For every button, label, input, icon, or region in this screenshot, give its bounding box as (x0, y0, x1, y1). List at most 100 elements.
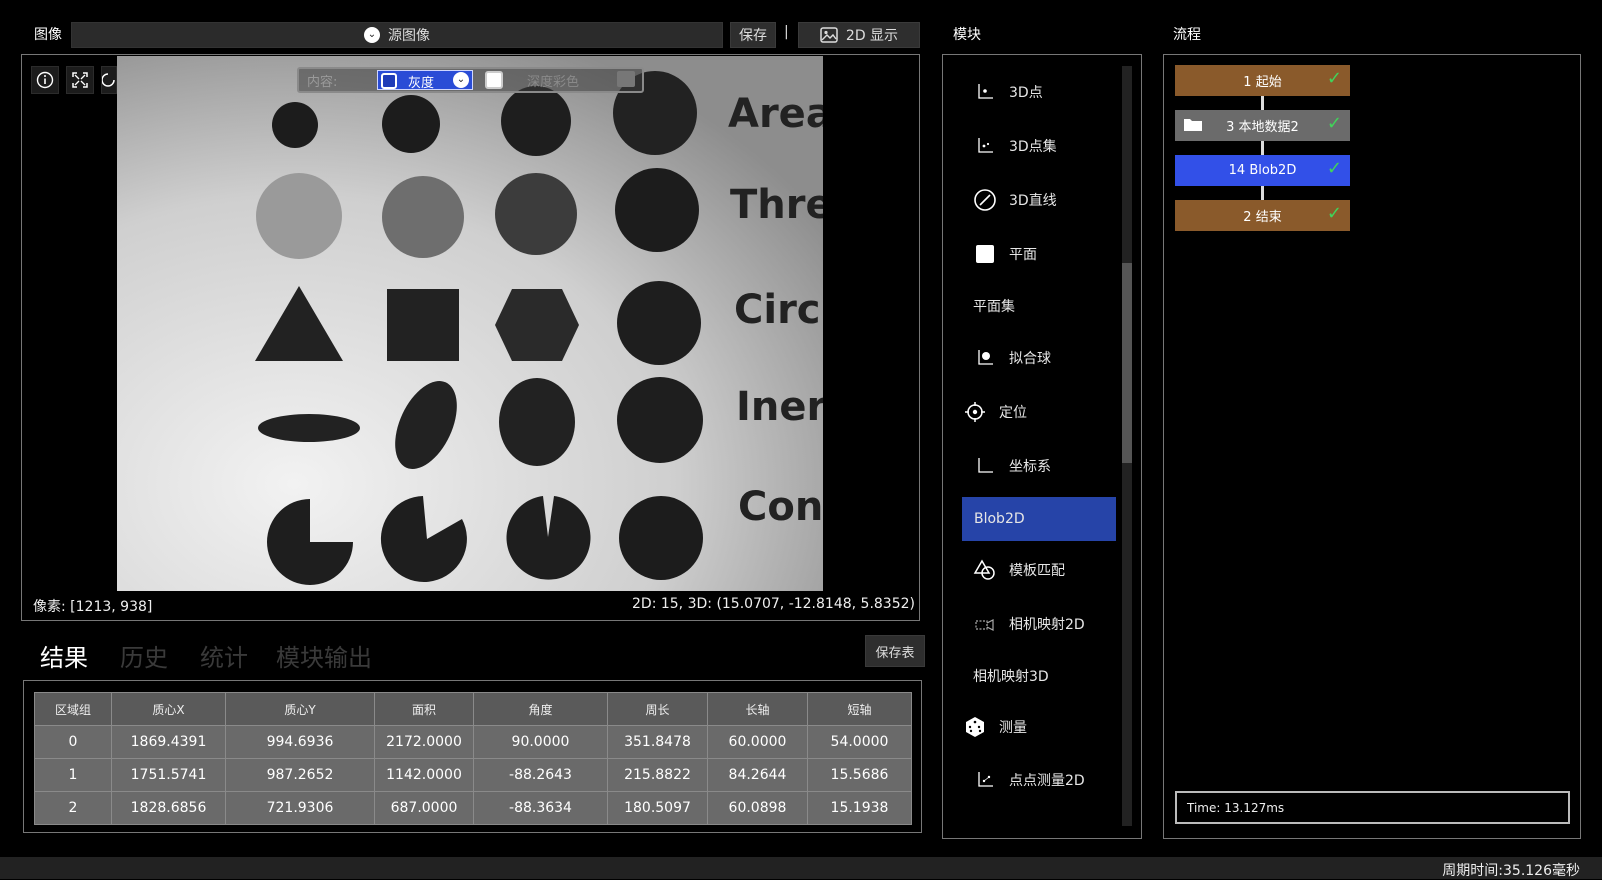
flow-node-blob2d[interactable]: 14 Blob2D ✓ (1175, 155, 1350, 186)
column-header[interactable]: 面积 (374, 692, 474, 726)
table-row[interactable]: 1 1751.5741 987.2652 1142.0000 -88.2643 … (34, 758, 912, 792)
column-header[interactable]: 区域组 (34, 692, 112, 726)
module-item-3d-point-set[interactable]: 3D点集 (959, 124, 1119, 168)
module-item-label: Blob2D (974, 511, 1025, 527)
table-cell: 1869.4391 (111, 725, 226, 759)
flow-node-label: 14 Blob2D (1228, 163, 1297, 178)
image-text-iner: Iner (736, 384, 823, 430)
table-cell: 15.5686 (807, 758, 912, 792)
column-header[interactable]: 周长 (607, 692, 708, 726)
cycle-time: 周期时间:35.126毫秒 (1442, 863, 1580, 879)
table-cell: 687.0000 (374, 791, 474, 825)
image-icon (820, 27, 838, 43)
table-row[interactable]: 0 1869.4391 994.6936 2172.0000 90.0000 3… (34, 725, 912, 759)
results-table: 区域组 质心X 质心Y 面积 角度 周长 长轴 短轴 0 1869.4391 9… (34, 692, 912, 825)
camera-map-icon (973, 612, 997, 636)
module-scrollbar-thumb[interactable] (1122, 263, 1132, 463)
table-cell: 721.9306 (225, 791, 375, 825)
module-item-label: 相机映射3D (973, 669, 1049, 685)
module-item-plane[interactable]: 平面 (959, 232, 1119, 276)
square-icon (973, 242, 997, 266)
module-item-label: 相机映射2D (1009, 617, 1085, 633)
pixel-readout: 像素: [1213, 938] (33, 599, 153, 615)
flow-node-end[interactable]: 2 结束 ✓ (1175, 200, 1350, 231)
table-cell: 994.6936 (225, 725, 375, 759)
module-item-label: 定位 (999, 405, 1027, 421)
module-item-camera-map-2d[interactable]: 相机映射2D (959, 602, 1119, 646)
module-item-label: 3D点集 (1009, 139, 1057, 155)
gray-label: 灰度 (408, 76, 435, 91)
table-row[interactable]: 2 1828.6856 721.9306 687.0000 -88.3634 1… (34, 791, 912, 825)
axis-point-icon (973, 80, 997, 104)
template-match-icon (973, 558, 997, 582)
depth-toggle[interactable] (617, 71, 635, 87)
info-icon[interactable] (31, 66, 59, 94)
fit-sphere-icon (973, 346, 997, 370)
image-section-title: 图像 (34, 27, 62, 43)
column-header[interactable]: 质心X (111, 692, 226, 726)
module-item-fit-sphere[interactable]: 拟合球 (959, 336, 1119, 380)
table-cell: -88.2643 (473, 758, 608, 792)
column-header[interactable]: 短轴 (807, 692, 912, 726)
gray-select[interactable]: 灰度 ⌄ (377, 70, 473, 91)
depth-checkbox[interactable] (485, 71, 503, 89)
flow-section-title: 流程 (1173, 27, 1201, 43)
module-item-label: 3D直线 (1009, 193, 1057, 209)
table-cell: 15.1938 (807, 791, 912, 825)
gray-checkbox[interactable] (381, 73, 397, 89)
module-item-3d-point[interactable]: 3D点 (959, 70, 1119, 114)
module-item-locate[interactable]: 定位 (959, 390, 1119, 434)
rotate-icon[interactable] (101, 66, 117, 94)
table-cell: 215.8822 (607, 758, 708, 792)
tab-history[interactable]: 历史 (120, 638, 168, 673)
tab-results[interactable]: 结果 (40, 638, 88, 673)
flow-connector (1261, 95, 1264, 111)
axis-point-set-icon (973, 134, 997, 158)
module-item-template-match[interactable]: 模板匹配 (959, 548, 1119, 592)
table-cell: 987.2652 (225, 758, 375, 792)
module-item-coordinate-system[interactable]: 坐标系 (959, 444, 1119, 488)
module-item-label: 拟合球 (1009, 351, 1051, 367)
save-table-button[interactable]: 保存表 (865, 635, 925, 667)
crosshair-icon (963, 400, 987, 424)
tab-statistics[interactable]: 统计 (200, 638, 248, 673)
module-item-blob2d[interactable]: Blob2D (962, 497, 1116, 541)
table-cell: 0 (34, 725, 112, 759)
circle-slash-icon (973, 188, 997, 212)
source-image-select[interactable]: ⌄ 源图像 (71, 22, 723, 48)
table-cell: 1828.6856 (111, 791, 226, 825)
table-cell: 351.8478 (607, 725, 708, 759)
depth-label: 深度彩色 (527, 75, 580, 90)
module-item-label: 测量 (999, 720, 1027, 736)
coordinate-icon (973, 454, 997, 478)
source-image-label: 源图像 (388, 28, 430, 44)
flow-node-label: 1 起始 (1243, 75, 1282, 90)
display-mode-button[interactable]: 2D 显示 (798, 22, 920, 48)
module-item-plane-set[interactable]: 平面集 (959, 284, 1119, 328)
table-cell: 1142.0000 (374, 758, 474, 792)
column-header[interactable]: 质心Y (225, 692, 375, 726)
module-item-3d-line[interactable]: 3D直线 (959, 178, 1119, 222)
column-header[interactable]: 角度 (473, 692, 608, 726)
module-item-measure[interactable]: 测量 (959, 705, 1119, 749)
image-text-area: Area (728, 91, 823, 137)
source-image-view[interactable]: Area Thre Circ Iner Con (117, 56, 833, 591)
flow-node-local-data[interactable]: 3 本地数据2 ✓ (1175, 110, 1350, 141)
table-cell: 1751.5741 (111, 758, 226, 792)
flow-connector (1261, 185, 1264, 201)
chevron-down-icon: ⌄ (453, 72, 469, 88)
module-item-camera-map-3d[interactable]: 相机映射3D (959, 654, 1119, 698)
save-image-button[interactable]: 保存 (730, 22, 776, 48)
coord-readout: 2D: 15, 3D: (15.0707, -12.8148, 5.8352) (632, 596, 915, 612)
module-item-point-measure-2d[interactable]: 点点测量2D (959, 758, 1119, 802)
content-overlay: 内容: 灰度 ⌄ 深度彩色 (297, 67, 644, 93)
flow-node-start[interactable]: 1 起始 ✓ (1175, 65, 1350, 96)
tab-module-output[interactable]: 模块输出 (276, 638, 372, 673)
point-measure-icon (973, 768, 997, 792)
column-header[interactable]: 长轴 (707, 692, 808, 726)
flow-connector (1261, 140, 1264, 156)
module-item-label: 3D点 (1009, 85, 1043, 101)
fit-screen-icon[interactable] (66, 66, 94, 94)
flow-node-label: 3 本地数据2 (1226, 120, 1299, 135)
table-cell: 60.0898 (707, 791, 808, 825)
